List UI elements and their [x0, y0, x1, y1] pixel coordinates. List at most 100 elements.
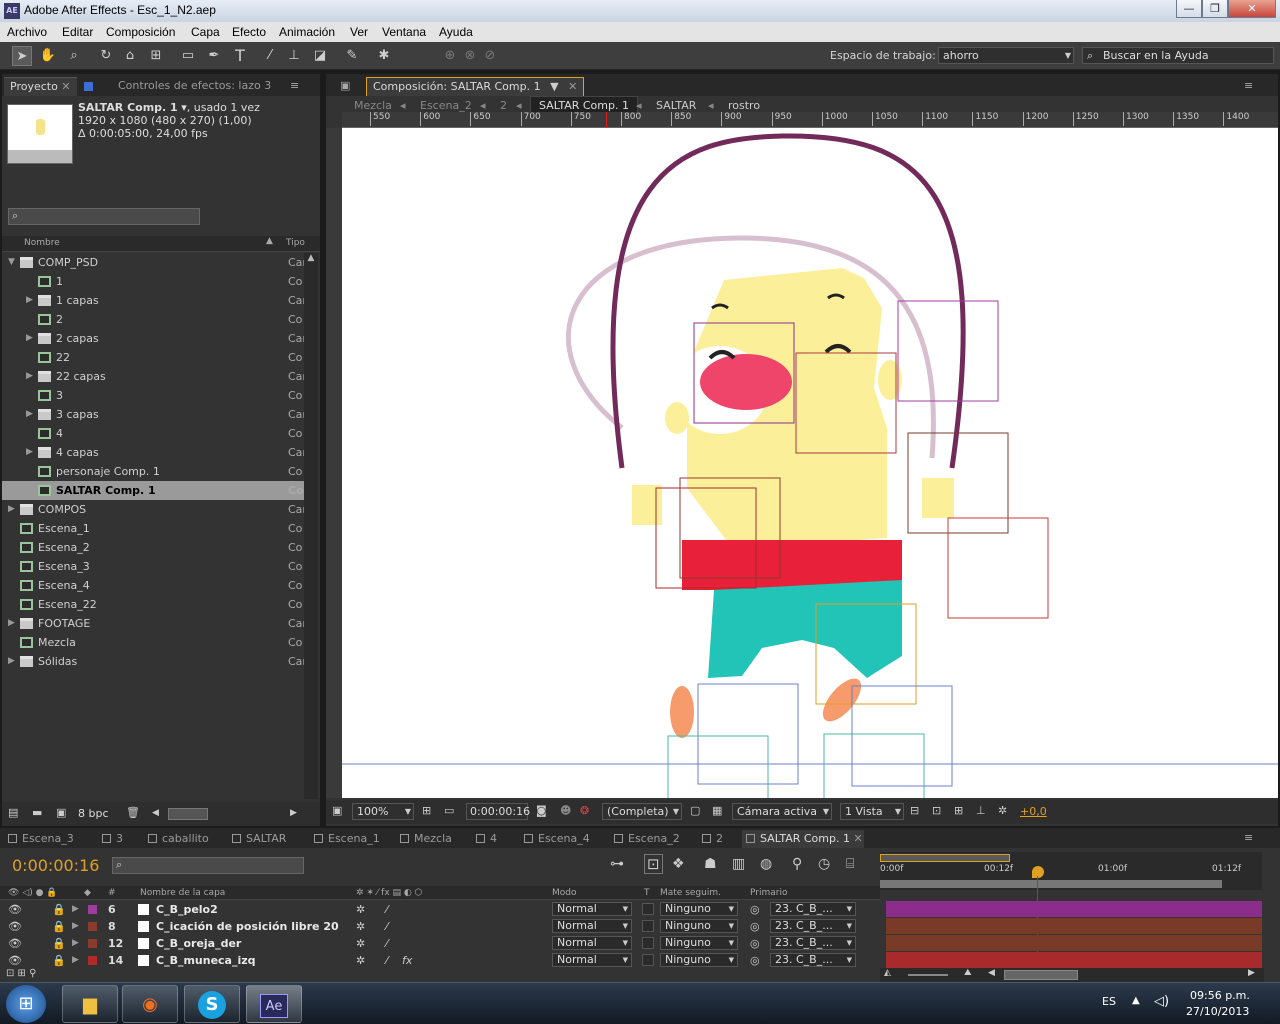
rotate-tool-icon[interactable]: ↻ [96, 46, 116, 66]
pan-behind-tool-icon[interactable]: ⊞ [146, 46, 166, 66]
pick-whip-icon[interactable]: ◎ [750, 901, 760, 918]
col-mode[interactable]: Modo [552, 888, 577, 898]
project-item[interactable]: ▼ COMP_PSD Car [2, 253, 304, 272]
explorer-taskbar-icon[interactable]: ▆ [62, 985, 118, 1023]
label-color-chip[interactable] [88, 939, 97, 948]
parent-dropdown[interactable]: 23. C_B_... [770, 953, 856, 967]
expand-toggle-icon[interactable]: ▶ [8, 652, 15, 671]
layer-duration-bar[interactable] [886, 935, 1262, 951]
expand-toggle-icon[interactable]: ▶ [26, 405, 33, 424]
transparency-grid-icon[interactable]: ▦ [712, 804, 722, 817]
breadcrumb-saltar[interactable]: SALTAR [656, 99, 696, 112]
scroll-right-icon[interactable]: ▶ [290, 808, 297, 818]
camera-dropdown[interactable]: Cámara activa ▼ [732, 803, 832, 820]
shy-switch-icon[interactable]: ✲ [356, 901, 365, 918]
expand-toggle-icon[interactable]: ▶ [72, 918, 79, 935]
column-tipo[interactable]: Tipo [286, 238, 305, 248]
bit-depth-button[interactable]: 8 bpc [78, 807, 109, 820]
project-item[interactable]: Escena_2 Co [2, 538, 304, 557]
chevron-down-icon[interactable]: ▼ [550, 80, 558, 93]
fast-previews-icon[interactable]: ⊡ [932, 804, 941, 817]
snapshot-icon[interactable]: ◙ [536, 804, 547, 817]
expand-toggle-icon[interactable]: ▶ [26, 329, 33, 348]
quality-switch-icon[interactable]: ⁄ [386, 901, 388, 918]
menu-archivo[interactable]: Archivo [7, 25, 47, 39]
lock-icon[interactable]: ▣ [334, 77, 356, 96]
lock-icon[interactable]: 🔒 [52, 935, 66, 952]
playhead-icon[interactable] [1032, 866, 1044, 878]
mode-dropdown[interactable]: Normal [552, 953, 632, 967]
project-item[interactable]: ▶ 4 capas Car [2, 443, 304, 462]
graph-editor-icon[interactable]: ⌸ [846, 856, 854, 872]
composition-viewer[interactable] [342, 128, 1278, 798]
mode-dropdown[interactable]: Normal [552, 936, 632, 950]
brush-tool-icon[interactable]: ⁄ [260, 46, 280, 66]
eye-icon[interactable]: 👁 [8, 935, 22, 952]
preserve-transparency-checkbox[interactable] [642, 920, 654, 932]
show-snapshot-icon[interactable]: ☻ [560, 804, 571, 817]
help-search-input[interactable]: ⌕ Buscar en la Ayuda [1082, 47, 1274, 64]
scroll-up-icon[interactable]: ▲ [304, 253, 318, 267]
motion-blur-icon[interactable]: ◍ [760, 856, 772, 872]
preserve-transparency-checkbox[interactable] [642, 954, 654, 966]
volume-icon[interactable]: ◁) [1154, 994, 1169, 1009]
menu-capa[interactable]: Capa [191, 25, 220, 39]
timeline-tab[interactable]: caballito [144, 830, 226, 848]
shy-switch-icon[interactable]: ✲ [356, 952, 365, 969]
panel-menu-icon[interactable]: ≡ [1244, 831, 1253, 844]
layer-row[interactable]: 👁 🔒 ▶ 14 C_B_muneca_izq ✲ ⁄ fx Normal Ninguno ◎ 23.… [0, 952, 880, 969]
tab-proyecto[interactable]: Proyecto ✕ [4, 77, 77, 96]
rectangle-tool-icon[interactable]: ▭ [178, 46, 198, 66]
label-color-chip[interactable] [88, 905, 97, 914]
label-color-chip[interactable] [88, 956, 97, 965]
zoom-tool-icon[interactable]: ⌕ [64, 46, 84, 66]
time-zoom-slider[interactable] [908, 974, 948, 976]
draft-3d-icon[interactable]: ❖ [672, 856, 685, 872]
expand-toggle-icon[interactable]: ▼ [8, 253, 15, 272]
timeline-tab[interactable]: Mezcla [396, 830, 470, 848]
new-comp-icon[interactable]: ▣ [56, 806, 66, 819]
hide-shy-layers-icon[interactable]: ☗ [704, 856, 717, 872]
project-scrollbar[interactable]: ▲ [304, 253, 318, 799]
quality-switch-icon[interactable]: ⁄ [386, 935, 388, 952]
project-item[interactable]: ▶ 3 capas Car [2, 405, 304, 424]
project-item[interactable]: ▶ 1 capas Car [2, 291, 304, 310]
zoom-in-icon[interactable]: ⛰ [964, 968, 972, 978]
panel-menu-icon[interactable]: ≡ [1238, 77, 1259, 96]
timeline-tab[interactable]: Escena_4 [520, 830, 608, 848]
expand-toggle-icon[interactable]: ▶ [8, 614, 15, 633]
region-of-interest-icon[interactable]: ▢ [690, 804, 700, 817]
zoom-out-icon[interactable]: ◭ [884, 968, 891, 978]
current-time-display[interactable]: 0:00:00:16 [12, 856, 99, 875]
expand-toggle-icon[interactable]: ▶ [26, 291, 33, 310]
interpret-footage-icon[interactable]: ▤ [8, 806, 18, 819]
color-channels-icon[interactable]: ❂ [580, 804, 589, 817]
firefox-taskbar-icon[interactable]: ◉ [122, 985, 178, 1023]
breadcrumb-rostro[interactable]: rostro [728, 99, 760, 112]
breadcrumb-mezcla[interactable]: Mezcla [354, 99, 392, 112]
sort-arrow-icon[interactable]: ▲ [266, 236, 273, 246]
timeline-tab[interactable]: 2 [698, 830, 740, 848]
text-tool-icon[interactable]: T [230, 46, 250, 66]
roto-brush-tool-icon[interactable]: ✎ [342, 46, 362, 66]
lock-icon[interactable]: 🔒 [52, 901, 66, 918]
show-hidden-icons-icon[interactable]: ▲ [1132, 995, 1140, 1006]
shy-switch-icon[interactable]: ✲ [356, 918, 365, 935]
comp-mini-flowchart-icon[interactable]: ⊶ [610, 856, 624, 872]
new-folder-icon[interactable]: ▬ [32, 806, 42, 819]
parent-dropdown[interactable]: 23. C_B_... [770, 902, 856, 916]
flowchart-icon[interactable]: ⊥ [976, 804, 986, 817]
menu-ventana[interactable]: Ventana [382, 25, 426, 39]
close-icon[interactable]: ✕ [61, 80, 70, 93]
timeline-tab[interactable]: 3 [98, 830, 142, 848]
start-button-icon[interactable]: ⊞ [6, 985, 46, 1023]
project-item[interactable]: Escena_22 Co [2, 595, 304, 614]
layer-duration-bar[interactable] [886, 901, 1262, 917]
project-item[interactable]: SALTAR Comp. 1 Co [2, 481, 304, 500]
tab-composicion[interactable]: Composición: SALTAR Comp. 1 ▼ ✕ [366, 77, 585, 96]
mode-dropdown[interactable]: Normal [552, 902, 632, 916]
shy-switch-icon[interactable]: ✲ [356, 935, 365, 952]
auto-keyframe-icon[interactable]: ◷ [818, 856, 830, 872]
timeline-tab[interactable]: Escena_3 [4, 830, 96, 848]
layer-row[interactable]: 👁 🔒 ▶ 8 C_icación de posición libre 20 ✲ ⁄ Norm… [0, 918, 880, 935]
